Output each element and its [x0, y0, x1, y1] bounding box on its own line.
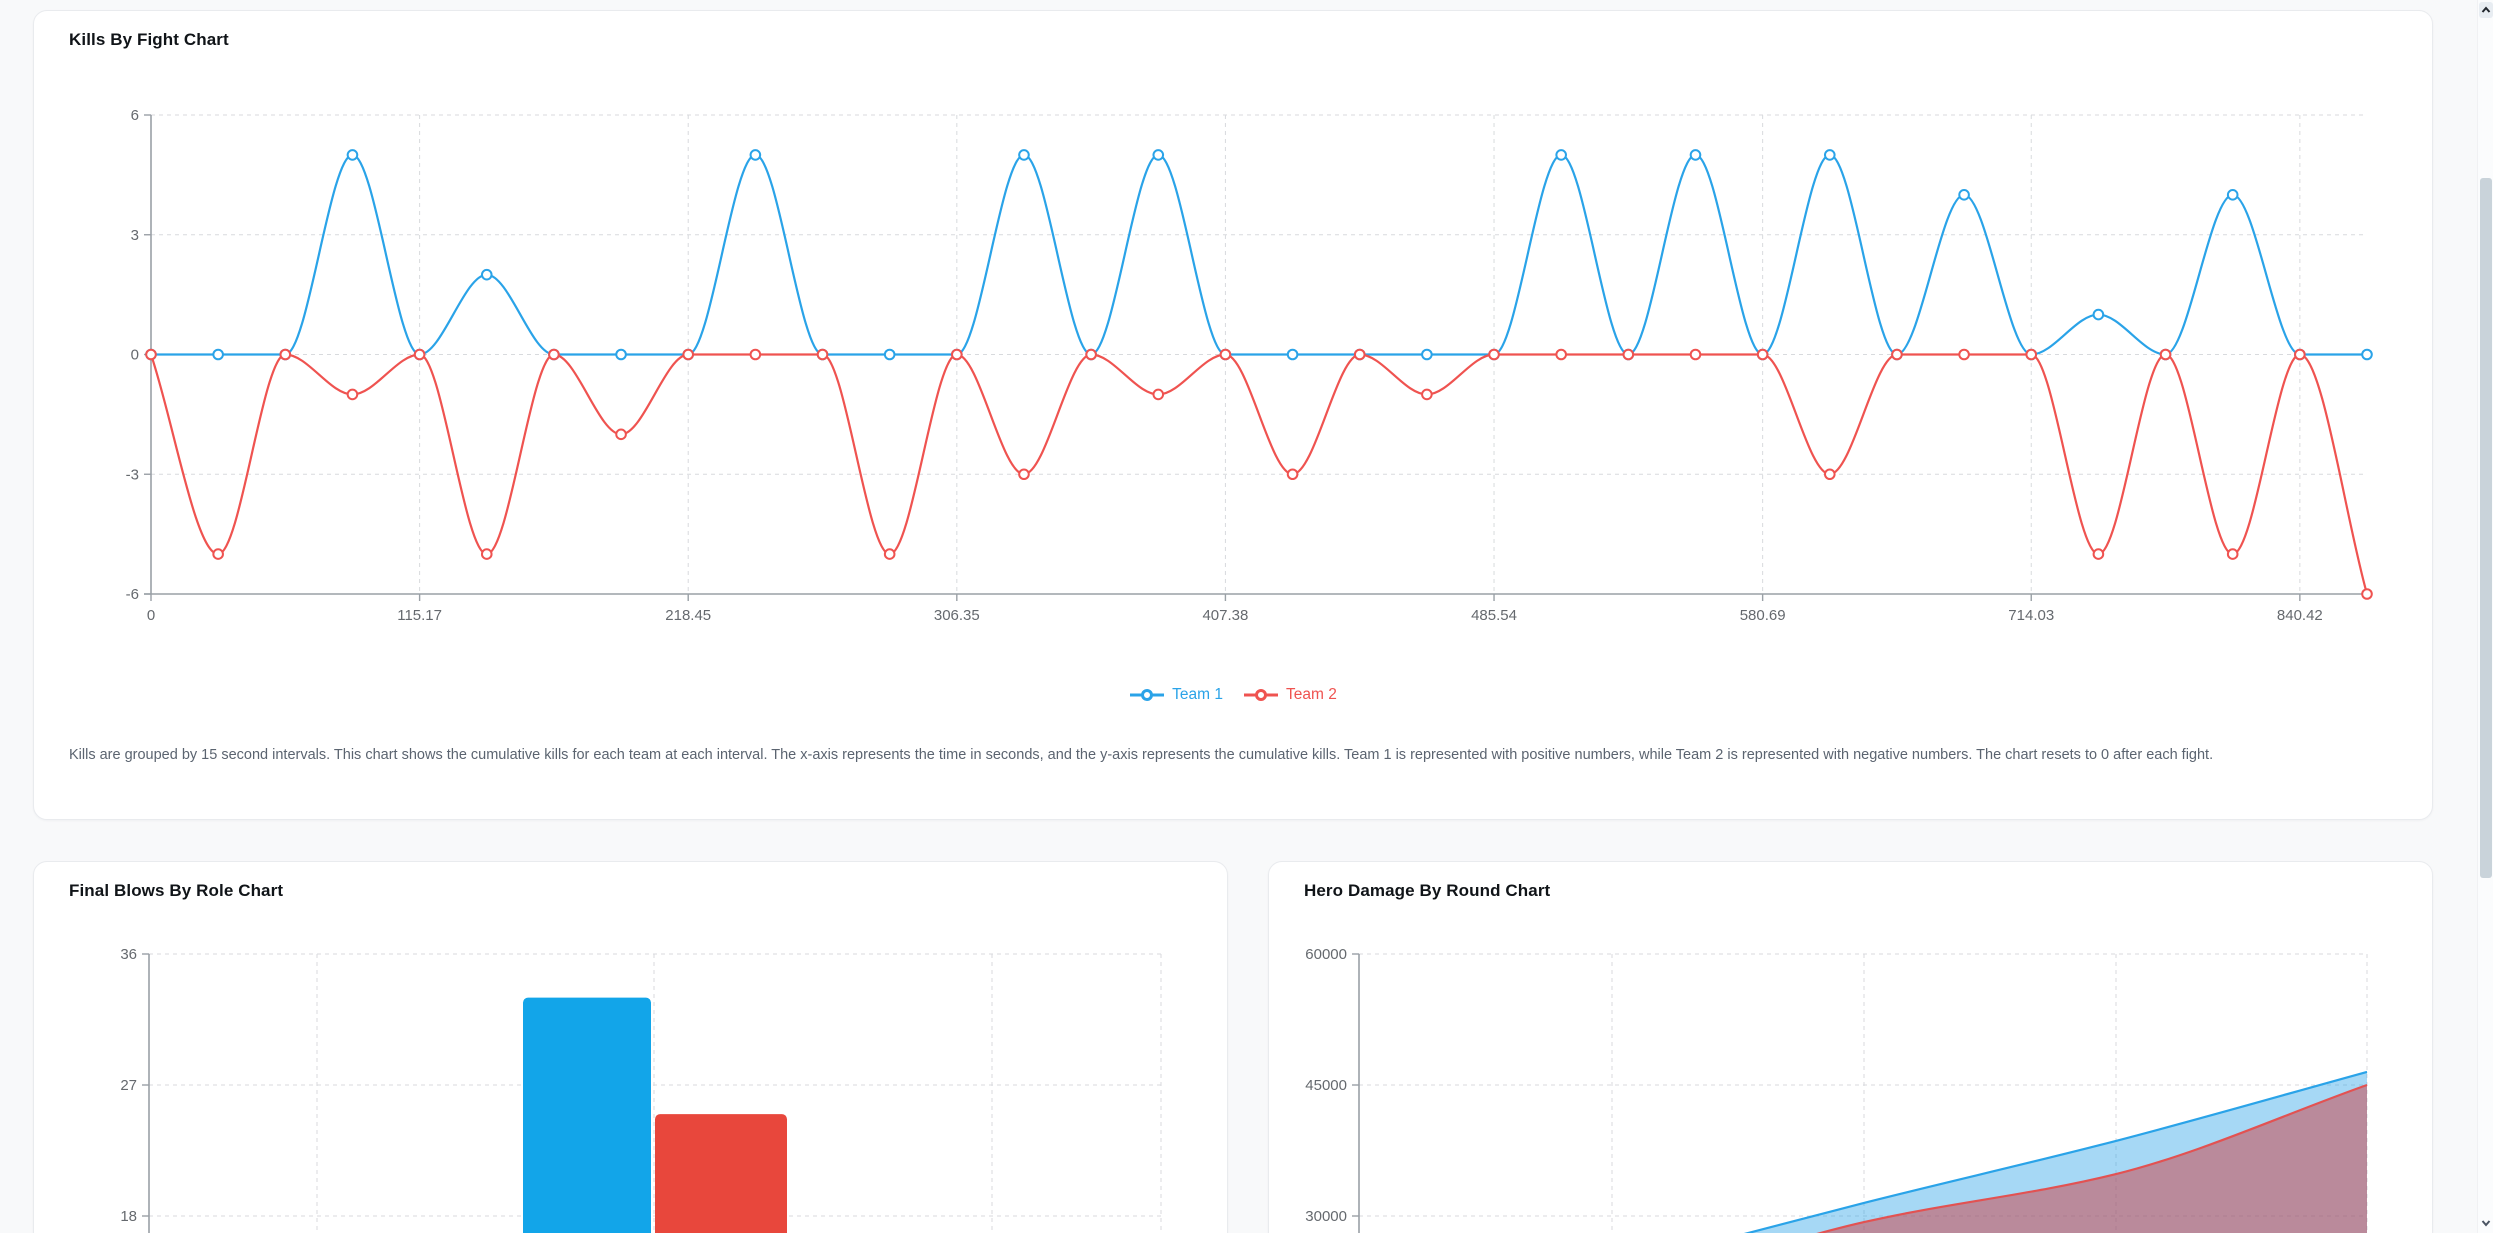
svg-text:0: 0	[131, 347, 139, 364]
kills-by-fight-chart[interactable]: 6 3 0 -3 -6 0 115.17 218.45 306.35 407.38 485.54 58…	[34, 106, 2434, 641]
svg-text:30000: 30000	[1305, 1208, 1347, 1225]
svg-text:306.35: 306.35	[934, 607, 980, 624]
svg-text:115.17: 115.17	[397, 607, 442, 624]
legend-label-team-1: Team 1	[1172, 686, 1223, 704]
scrollbar-thumb[interactable]	[2480, 178, 2492, 878]
legend-item-team-1[interactable]: Team 1	[1129, 686, 1223, 704]
svg-text:6: 6	[131, 107, 139, 124]
svg-text:27: 27	[120, 1077, 137, 1094]
svg-text:36: 36	[120, 946, 137, 963]
svg-text:407.38: 407.38	[1202, 607, 1248, 624]
final-blows-by-role-chart[interactable]: 36 27 18	[34, 942, 1229, 1233]
svg-text:840.42: 840.42	[2277, 607, 2323, 624]
chevron-up-icon	[2481, 6, 2491, 14]
svg-text:580.69: 580.69	[1740, 607, 1786, 624]
scrollbar-up-button[interactable]	[2479, 2, 2493, 18]
page-scrollbar[interactable]	[2477, 0, 2493, 1233]
legend-label-team-2: Team 2	[1286, 686, 1337, 704]
svg-text:60000: 60000	[1305, 946, 1347, 963]
scrollbar-down-button[interactable]	[2479, 1215, 2493, 1231]
svg-text:18: 18	[120, 1208, 137, 1225]
svg-text:3: 3	[131, 227, 139, 244]
legend-item-team-2[interactable]: Team 2	[1243, 686, 1337, 704]
svg-text:714.03: 714.03	[2008, 607, 2054, 624]
hero-damage-by-round-chart[interactable]: 60000 45000 30000	[1269, 942, 2434, 1233]
svg-text:45000: 45000	[1305, 1077, 1347, 1094]
svg-text:-6: -6	[126, 586, 139, 603]
svg-text:218.45: 218.45	[665, 607, 711, 624]
hero-damage-by-round-card: Hero Damage By Round Chart 60000 45000 300…	[1268, 861, 2433, 1233]
kills-by-fight-description: Kills are grouped by 15 second intervals…	[69, 744, 2397, 767]
svg-text:485.54: 485.54	[1471, 607, 1517, 624]
svg-text:0: 0	[147, 607, 155, 624]
team2-line-marker-icon	[1243, 688, 1279, 702]
kills-by-fight-title: Kills By Fight Chart	[69, 30, 229, 50]
kills-by-fight-card: Kills By Fight Chart 6 3 0 -3 -6 0 115.17 218.4…	[33, 10, 2433, 820]
hero-damage-by-round-title: Hero Damage By Round Chart	[1304, 881, 1550, 901]
svg-text:-3: -3	[126, 466, 139, 483]
team1-line-marker-icon	[1129, 688, 1165, 702]
chevron-down-icon	[2481, 1219, 2491, 1227]
final-blows-by-role-card: Final Blows By Role Chart 36 27 18	[33, 861, 1228, 1233]
kills-by-fight-legend: Team 1 Team 2	[34, 686, 2432, 704]
final-blows-by-role-title: Final Blows By Role Chart	[69, 881, 283, 901]
